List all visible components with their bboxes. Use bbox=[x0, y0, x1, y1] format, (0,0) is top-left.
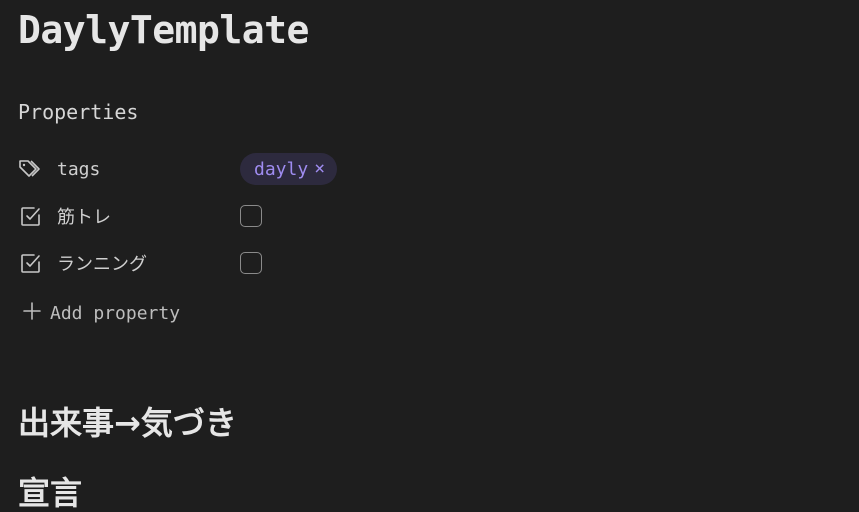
checkbox-icon bbox=[18, 250, 44, 276]
properties-heading[interactable]: Properties bbox=[18, 100, 138, 124]
plus-icon bbox=[22, 300, 42, 326]
add-property-button[interactable]: Add property bbox=[22, 300, 180, 326]
tag-remove-icon[interactable]: × bbox=[314, 160, 325, 178]
add-property-label: Add property bbox=[50, 302, 181, 324]
property-value-checkbox bbox=[240, 205, 262, 227]
section-heading-events[interactable]: 出来事→気づき bbox=[18, 398, 237, 444]
property-key[interactable]: ランニング bbox=[18, 250, 240, 276]
tag-pill[interactable]: dayly × bbox=[240, 153, 338, 185]
property-key-label: ランニング bbox=[57, 254, 147, 275]
tags-icon bbox=[18, 156, 44, 182]
property-value-checkbox bbox=[240, 252, 262, 274]
section-heading-declaration[interactable]: 宣言 bbox=[18, 468, 82, 512]
property-key[interactable]: tags bbox=[18, 156, 240, 182]
property-value-tags[interactable]: dayly × bbox=[240, 153, 338, 185]
property-row-checkbox-1: 筋トレ bbox=[18, 200, 618, 232]
checkbox-icon bbox=[18, 203, 44, 229]
property-row-tags: tags dayly × bbox=[18, 153, 618, 185]
note-title[interactable]: DaylyTemplate bbox=[18, 8, 309, 52]
property-key[interactable]: 筋トレ bbox=[18, 203, 240, 229]
property-key-label: 筋トレ bbox=[57, 207, 111, 228]
property-row-checkbox-2: ランニング bbox=[18, 247, 618, 279]
tag-label: dayly bbox=[254, 158, 309, 180]
property-key-label: tags bbox=[57, 158, 101, 180]
checkbox-input[interactable] bbox=[240, 205, 262, 227]
checkbox-input[interactable] bbox=[240, 252, 262, 274]
